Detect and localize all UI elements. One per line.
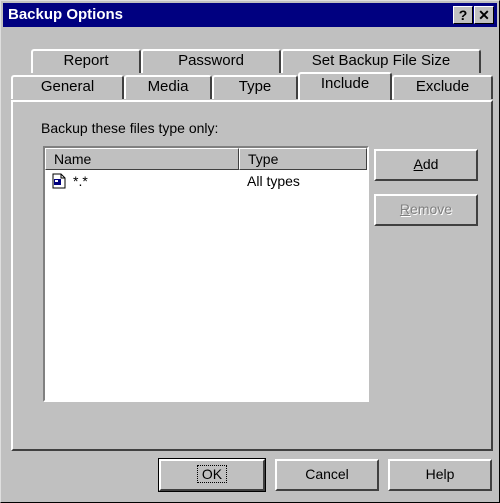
tab-report[interactable]: Report (31, 49, 141, 73)
tab-general[interactable]: General (11, 75, 124, 99)
help-icon[interactable]: ? (453, 6, 473, 24)
include-label: Backup these files type only: (41, 120, 219, 136)
add-button[interactable]: Add (374, 149, 478, 181)
tab-include[interactable]: Include (298, 72, 392, 100)
tab-password[interactable]: Password (141, 49, 281, 73)
list-item[interactable]: *.* All types (45, 172, 365, 190)
window-title: Backup Options (8, 6, 124, 23)
help-button[interactable]: Help (388, 459, 492, 491)
row-type: All types (247, 173, 300, 189)
remove-button[interactable]: Remove (374, 194, 478, 226)
include-tab-panel: Backup these files type only: Name Type … (11, 100, 493, 451)
column-header-type[interactable]: Type (239, 148, 367, 170)
tab-set-backup-file-size[interactable]: Set Backup File Size (281, 49, 481, 73)
include-file-list[interactable]: Name Type *.* All types (43, 146, 369, 402)
file-type-icon (51, 173, 67, 189)
tab-type[interactable]: Type (212, 75, 298, 99)
tab-media[interactable]: Media (124, 75, 212, 99)
title-bar[interactable]: Backup Options ? ✕ (3, 3, 497, 27)
row-name: *.* (73, 173, 88, 189)
column-header-name[interactable]: Name (45, 148, 239, 170)
cancel-button[interactable]: Cancel (275, 459, 379, 491)
close-icon[interactable]: ✕ (474, 6, 494, 24)
ok-button[interactable]: OK (158, 458, 266, 492)
tab-exclude[interactable]: Exclude (392, 75, 493, 99)
backup-options-dialog: Backup Options ? ✕ Report Password Set B… (0, 0, 500, 503)
